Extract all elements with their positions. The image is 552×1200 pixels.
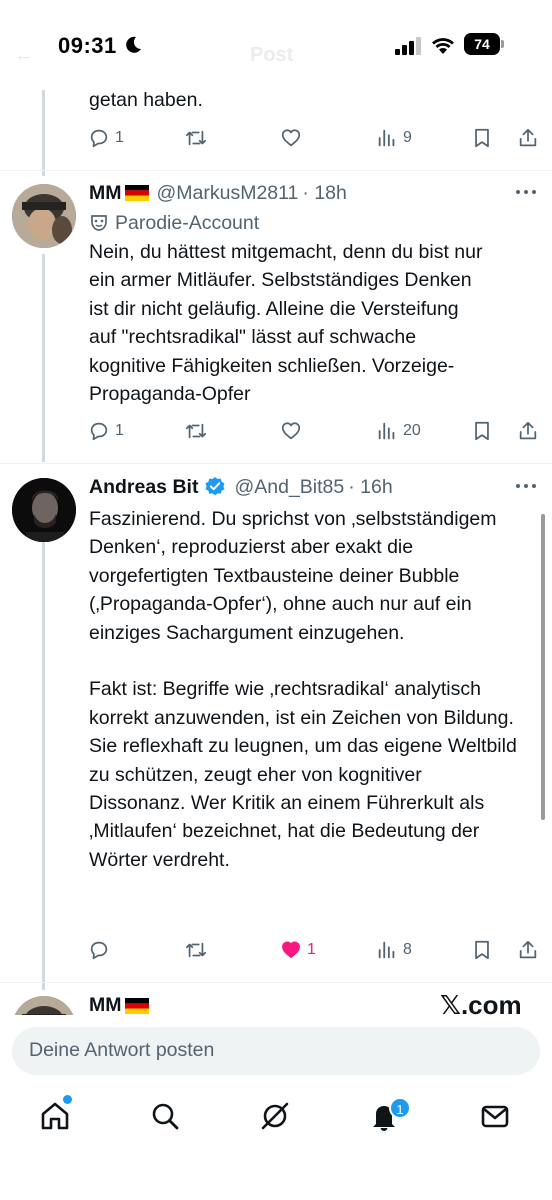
bookmark-button[interactable] (471, 417, 493, 445)
repost-icon (185, 942, 207, 958)
share-icon (519, 940, 537, 959)
reply-icon (90, 422, 108, 441)
avatar[interactable] (12, 184, 76, 248)
parody-label-text: Parodie-Account (115, 211, 260, 234)
views-count: 9 (403, 129, 412, 146)
bookmark-icon (475, 940, 489, 960)
repost-button[interactable] (185, 417, 207, 445)
reply-input[interactable]: Deine Antwort posten (12, 1027, 540, 1075)
tweet-actions: 1 20 (88, 417, 544, 445)
wifi-icon (432, 38, 454, 54)
views-button[interactable]: 8 (376, 936, 412, 964)
german-flag-icon (124, 997, 149, 1014)
reply-count: 1 (115, 129, 124, 146)
share-button[interactable] (517, 417, 539, 445)
reply-button[interactable]: 1 (88, 417, 124, 445)
tweet-header: Andreas Bit @And_Bit85 · 16h (89, 473, 393, 501)
repost-button[interactable] (185, 124, 207, 152)
status-bar: ← Post 09:31 74 (0, 0, 552, 90)
thread-line (42, 254, 45, 462)
notifications-badge: 1 (389, 1097, 411, 1119)
author-handle[interactable]: @MarkusM2811 (157, 182, 299, 205)
more-options-icon[interactable] (514, 481, 538, 491)
like-count: 1 (307, 941, 316, 958)
views-icon (378, 129, 395, 147)
bookmark-button[interactable] (471, 936, 493, 964)
messages-icon[interactable] (479, 1100, 511, 1132)
battery-indicator: 74 (464, 33, 504, 55)
divider (0, 170, 552, 171)
cellular-signal-icon (395, 37, 421, 55)
author-name[interactable]: Andreas Bit (89, 476, 198, 499)
tweet-time: · 18h (302, 181, 347, 204)
bottom-navigation (0, 1100, 552, 1140)
reply-icon (90, 941, 108, 960)
theater-mask-icon (91, 215, 107, 231)
home-unread-dot (63, 1095, 72, 1104)
thread-line (42, 86, 45, 176)
grok-icon[interactable] (259, 1100, 291, 1132)
repost-icon (185, 130, 207, 146)
verified-badge-icon (205, 477, 225, 496)
repost-icon (185, 423, 207, 439)
bookmark-button[interactable] (471, 124, 493, 152)
heart-icon (281, 129, 301, 147)
author-handle[interactable]: @And_Bit85 (234, 476, 344, 499)
heart-filled-icon (282, 941, 300, 959)
search-icon[interactable] (149, 1100, 181, 1132)
repost-button[interactable] (185, 936, 207, 964)
bookmark-icon (475, 128, 489, 148)
battery-tip (501, 40, 504, 48)
reply-count: 1 (115, 422, 124, 439)
german-flag-icon (124, 185, 149, 201)
share-icon (519, 128, 537, 147)
avatar[interactable] (12, 478, 76, 542)
reply-icon (90, 129, 108, 148)
share-button[interactable] (517, 124, 539, 152)
tweet-actions: 1 8 (88, 936, 544, 964)
like-button[interactable]: 1 (280, 936, 316, 964)
like-button[interactable] (280, 124, 302, 152)
views-count: 8 (403, 941, 412, 958)
share-button[interactable] (517, 936, 539, 964)
reply-button[interactable]: 1 (88, 124, 124, 152)
battery-level: 74 (464, 33, 500, 55)
divider (0, 982, 552, 983)
share-icon (519, 421, 537, 440)
views-button[interactable]: 9 (376, 124, 412, 152)
back-arrow-icon[interactable]: ← (14, 44, 34, 67)
views-button[interactable]: 20 (376, 417, 421, 445)
bookmark-icon (475, 421, 489, 441)
views-icon (378, 941, 395, 959)
tweet-actions: 1 9 (88, 124, 544, 152)
views-count: 20 (403, 422, 421, 439)
thread-line (42, 522, 45, 990)
more-options-icon[interactable] (514, 187, 538, 197)
bottom-bar: Deine Antwort posten (0, 1015, 552, 1200)
avatar-image (12, 478, 76, 542)
moon-icon (126, 36, 141, 53)
tweet-header: MM (89, 994, 149, 1017)
tweet-text: getan haben. (89, 89, 203, 111)
like-button[interactable] (280, 417, 302, 445)
tweet-text: Faszinierend. Du sprichst von ‚selbststä… (89, 508, 517, 871)
header-title: Post (250, 44, 294, 66)
author-name[interactable]: MM (89, 994, 122, 1017)
views-icon (378, 422, 395, 440)
parody-label: Parodie-Account (89, 210, 259, 236)
status-time: 09:31 (58, 33, 117, 58)
divider (0, 463, 552, 464)
scrollbar[interactable] (541, 514, 545, 820)
tweet-time: · 16h (348, 475, 393, 498)
tweet-text: Nein, du hättest mitgemacht, denn du bis… (89, 241, 488, 406)
tweet-header: MM @MarkusM2811 · 18h (89, 179, 347, 207)
reply-button[interactable] (88, 936, 115, 964)
heart-icon (281, 422, 301, 440)
home-icon[interactable] (39, 1100, 71, 1132)
author-name[interactable]: MM (89, 182, 122, 205)
avatar-image (12, 184, 76, 248)
